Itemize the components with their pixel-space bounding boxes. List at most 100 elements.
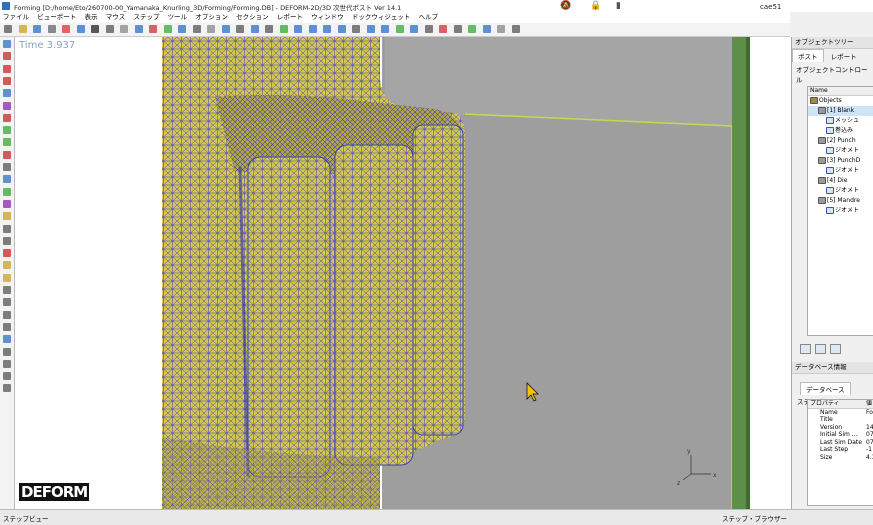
side-tool-icon[interactable]	[3, 298, 11, 307]
side-tool-icon[interactable]	[3, 126, 11, 135]
menu-dock-widget[interactable]: ドックウィジェット	[349, 12, 414, 23]
side-tool-icon[interactable]	[3, 150, 11, 159]
toolbar-button-icon[interactable]	[511, 25, 520, 33]
toolbar-button-icon[interactable]	[207, 25, 215, 33]
toolbar-button-icon[interactable]	[18, 25, 27, 33]
menu-help[interactable]: ヘルプ	[416, 12, 442, 23]
toolbar-button-icon[interactable]	[163, 25, 172, 33]
tree-item[interactable]: [5] Mandre	[808, 196, 873, 206]
toolbar-button-icon[interactable]	[33, 25, 41, 33]
tree-item[interactable]: [1] Blank	[808, 106, 873, 116]
side-tool-icon[interactable]	[3, 101, 11, 110]
tab-report[interactable]: レポート	[826, 50, 862, 62]
side-tool-icon[interactable]	[3, 52, 11, 61]
toolbar-button-icon[interactable]	[352, 25, 360, 33]
side-tool-icon[interactable]	[3, 335, 11, 344]
toolbar-button-icon[interactable]	[221, 25, 230, 33]
toolbar-button-icon[interactable]	[294, 25, 302, 33]
toolbar-button-icon[interactable]	[91, 25, 99, 33]
tree-item[interactable]: 巻込み	[808, 126, 873, 136]
tree-item[interactable]: ジオメト	[808, 146, 873, 156]
toolbar-button-icon[interactable]	[62, 25, 70, 33]
toolbar-button-icon[interactable]	[149, 25, 157, 33]
toolbar-button-icon[interactable]	[192, 25, 201, 33]
side-tool-icon[interactable]	[3, 286, 11, 294]
toolbar-button-icon[interactable]	[236, 25, 244, 33]
side-tool-icon[interactable]	[3, 64, 11, 73]
side-tool-icon[interactable]	[3, 261, 11, 270]
side-tool-icon[interactable]	[3, 89, 11, 98]
step-browser-label[interactable]: ステップ・ブラウザー	[722, 513, 787, 523]
tree-item[interactable]: Objects	[808, 96, 873, 106]
side-tool-icon[interactable]	[3, 359, 11, 368]
tab-post[interactable]: ポスト	[792, 49, 824, 62]
toolbar-button-icon[interactable]	[424, 25, 433, 33]
side-tool-icon[interactable]	[3, 224, 11, 233]
side-tool-icon[interactable]	[3, 163, 11, 171]
toolbar-button-icon[interactable]	[410, 25, 418, 33]
side-tool-icon[interactable]	[3, 40, 11, 48]
tree-item[interactable]: ジオメト	[808, 206, 873, 216]
toolbar-button-icon[interactable]	[134, 25, 143, 33]
tree-item[interactable]: メッシュ	[808, 116, 873, 126]
side-tool-icon[interactable]	[3, 175, 11, 184]
tree-item[interactable]: ジオメト	[808, 186, 873, 196]
toolbar-button-icon[interactable]	[250, 25, 259, 33]
side-tool-icon[interactable]	[3, 138, 11, 147]
toolbar-button-icon[interactable]	[453, 25, 462, 33]
menu-report[interactable]: レポート	[274, 12, 306, 23]
menu-mouse[interactable]: マウス	[103, 12, 129, 23]
menu-section[interactable]: セクション	[233, 12, 272, 23]
toolbar-button-icon[interactable]	[395, 25, 404, 33]
toolbar-button-icon[interactable]	[337, 25, 346, 33]
menu-window[interactable]: ウィンドウ	[308, 12, 347, 23]
tree-item[interactable]: ジオメト	[808, 166, 873, 176]
tree-item[interactable]: [4] Die	[808, 176, 873, 186]
side-tool-icon[interactable]	[3, 249, 11, 258]
toolbar-button-icon[interactable]	[4, 25, 12, 33]
menu-view[interactable]: 表示	[81, 12, 100, 23]
side-tool-icon[interactable]	[3, 310, 11, 319]
toolbar-button-icon[interactable]	[178, 25, 186, 33]
toolbar-button-icon[interactable]	[265, 25, 273, 33]
lock-icon[interactable]: 🔒	[590, 1, 601, 11]
toolbar-button-icon[interactable]	[482, 25, 491, 33]
side-tool-icon[interactable]	[3, 199, 11, 208]
side-tool-icon[interactable]	[3, 347, 11, 356]
side-tool-icon[interactable]	[3, 372, 11, 381]
menu-viewport[interactable]: ビューポート	[34, 12, 79, 23]
tab-database[interactable]: データベース	[800, 382, 851, 395]
side-tool-icon[interactable]	[3, 187, 11, 196]
toolbar-button-icon[interactable]	[366, 25, 375, 33]
toolbar-button-icon[interactable]	[323, 25, 331, 33]
toolbar-button-icon[interactable]	[468, 25, 476, 33]
mute-icon[interactable]: 🔕	[560, 1, 571, 11]
toolbar-button-icon[interactable]	[439, 25, 447, 33]
tree-item[interactable]: [3] PunchD	[808, 156, 873, 166]
side-tool-icon[interactable]	[3, 273, 11, 282]
model-render[interactable]: y x z	[15, 37, 791, 509]
menu-file[interactable]: ファイル	[0, 12, 32, 23]
mode-button-1[interactable]	[800, 344, 811, 354]
mode-button-3[interactable]	[830, 344, 842, 354]
toolbar-button-icon[interactable]	[76, 25, 85, 33]
menu-step[interactable]: ステップ	[130, 12, 162, 23]
side-tool-icon[interactable]	[3, 113, 11, 122]
mode-button-2[interactable]	[815, 344, 827, 354]
tree-item[interactable]: [2] Punch	[808, 136, 873, 146]
menu-options[interactable]: オプション	[192, 12, 231, 23]
toolbar-button-icon[interactable]	[279, 25, 288, 33]
side-tool-icon[interactable]	[3, 322, 11, 331]
toolbar-button-icon[interactable]	[308, 25, 317, 33]
toolbar-button-icon[interactable]	[105, 25, 114, 33]
menu-tools[interactable]: ツール	[165, 12, 191, 23]
toolbar-button-icon[interactable]	[120, 25, 128, 33]
side-tool-icon[interactable]	[3, 76, 11, 85]
side-tool-icon[interactable]	[3, 212, 11, 221]
toolbar-button-icon[interactable]	[497, 25, 505, 33]
viewport-3d[interactable]: y x z Time 3.937 DEFORM	[15, 37, 791, 509]
side-tool-icon[interactable]	[3, 236, 11, 245]
toolbar-button-icon[interactable]	[47, 25, 56, 33]
toolbar-button-icon[interactable]	[381, 25, 389, 33]
step-view-label[interactable]: ステップビュー	[3, 513, 49, 523]
